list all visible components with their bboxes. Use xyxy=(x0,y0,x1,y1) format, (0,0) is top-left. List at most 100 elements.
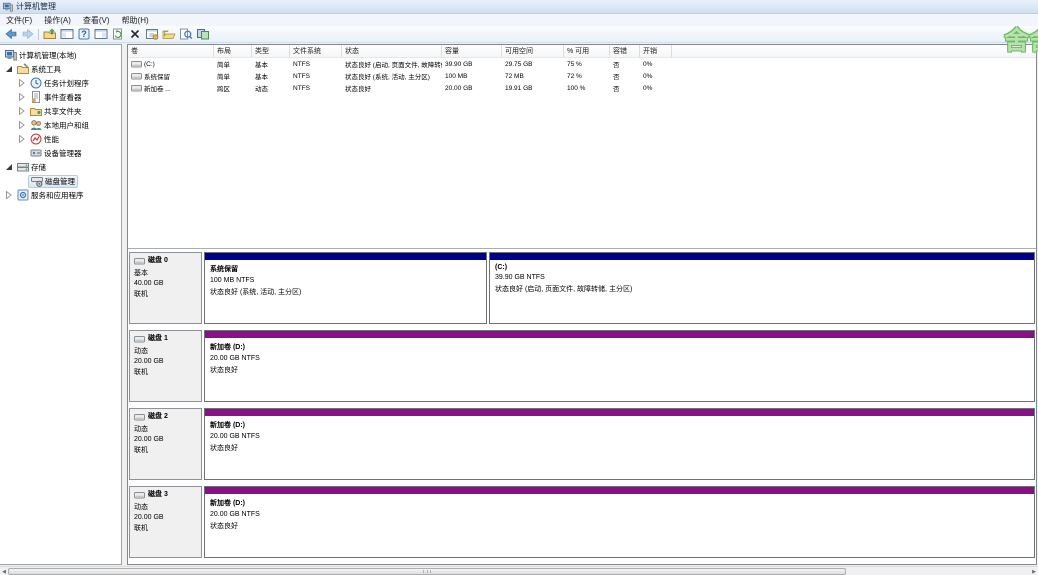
column-header-0[interactable]: 卷 xyxy=(128,45,214,57)
disk-label-disk-2[interactable]: 磁盘 2动态20.00 GB联机 xyxy=(129,408,202,480)
sidebar-item-local-users-groups[interactable]: 本地用户和组 xyxy=(0,118,121,132)
sidebar-item-performance[interactable]: 性能 xyxy=(0,132,121,146)
tree-item-body: 本地用户和组 xyxy=(28,119,91,132)
back-icon[interactable] xyxy=(2,27,19,42)
scrollbar-thumb[interactable] xyxy=(8,568,846,575)
event-viewer-icon xyxy=(30,91,42,103)
column-header-2[interactable]: 类型 xyxy=(252,45,290,57)
partition-color-strip xyxy=(205,253,486,260)
sidebar-item-task-scheduler[interactable]: 任务计划程序 xyxy=(0,76,121,90)
disk-name: 磁盘 0 xyxy=(134,256,201,267)
tree-item-body: 系统工具 xyxy=(15,63,63,76)
sidebar-item-services-applications[interactable]: 服务和应用程序 xyxy=(0,188,121,202)
tree-item-label: 事件查看器 xyxy=(44,92,82,103)
help-icon[interactable]: ? xyxy=(75,27,92,42)
volume-cell: 状态良好 xyxy=(342,83,442,93)
column-header-1[interactable]: 布局 xyxy=(214,45,252,57)
action-pane-icon[interactable] xyxy=(92,27,109,42)
computer-icon xyxy=(5,49,17,61)
disk-label-disk-0[interactable]: 磁盘 0基本40.00 GB联机 xyxy=(129,252,202,324)
update-icon[interactable] xyxy=(194,27,211,42)
column-header-4[interactable]: 状态 xyxy=(342,45,442,57)
column-header-5[interactable]: 容量 xyxy=(442,45,502,57)
partition-d-volume-2[interactable]: 新加卷 (D:)20.00 GB NTFS状态良好 xyxy=(204,408,1035,480)
disk-label-disk-1[interactable]: 磁盘 1动态20.00 GB联机 xyxy=(129,330,202,402)
sidebar-item-storage[interactable]: 存储 xyxy=(0,160,121,174)
partition-system-reserved[interactable]: 系统保留100 MB NTFS状态良好 (系统, 活动, 主分区) xyxy=(204,252,487,324)
disk-kind: 动态 xyxy=(134,347,201,358)
partitions: 新加卷 (D:)20.00 GB NTFS状态良好 xyxy=(204,408,1035,480)
volume-cell: 动态 xyxy=(252,83,290,93)
column-header-filler xyxy=(672,45,1036,57)
volume-cell: 100 MB xyxy=(442,73,502,80)
sidebar-item-shared-folders[interactable]: 共享文件夹 xyxy=(0,104,121,118)
expand-arrow-icon[interactable] xyxy=(16,93,28,101)
sidebar-item-event-viewer[interactable]: 事件查看器 xyxy=(0,90,121,104)
svg-text:?: ? xyxy=(81,29,87,39)
partition-status: 状态良好 (启动, 页面文件, 故障转储, 主分区) xyxy=(490,281,1034,294)
menu-item-view[interactable]: 查看(V) xyxy=(77,14,116,26)
volume-cell: NTFS xyxy=(290,73,342,80)
column-header-3[interactable]: 文件系统 xyxy=(290,45,342,57)
sidebar-item-computer-management-local[interactable]: 计算机管理(本地) xyxy=(0,48,121,62)
search-icon[interactable] xyxy=(177,27,194,42)
partition-d-volume-1[interactable]: 新加卷 (D:)20.00 GB NTFS状态良好 xyxy=(204,330,1035,402)
services-icon xyxy=(17,189,29,201)
volume-cell: 0% xyxy=(640,73,672,80)
sidebar-item-system-tools[interactable]: 系统工具 xyxy=(0,62,121,76)
volume-row-2[interactable]: 新加卷 ...跨区动态NTFS状态良好20.00 GB19.91 GB100 %… xyxy=(128,82,1036,94)
partition-status: 状态良好 xyxy=(205,518,1034,531)
tree-item-body: 存储 xyxy=(15,161,48,174)
tree-item-body: 任务计划程序 xyxy=(28,77,91,90)
disk-size: 20.00 GB xyxy=(134,357,201,368)
expand-arrow-icon[interactable] xyxy=(16,121,28,129)
task-scheduler-icon xyxy=(30,77,42,89)
partitions: 系统保留100 MB NTFS状态良好 (系统, 活动, 主分区)(C:)39.… xyxy=(204,252,1035,324)
column-header-9[interactable]: 开销 xyxy=(640,45,672,57)
open-folder-icon[interactable] xyxy=(160,27,177,42)
forward-icon[interactable] xyxy=(19,27,36,42)
sidebar-item-disk-management[interactable]: 磁盘管理 xyxy=(0,174,121,188)
partition-color-strip xyxy=(490,253,1034,260)
tree-item-body: 设备管理器 xyxy=(28,147,84,160)
scroll-right-arrow-icon[interactable]: ▶ xyxy=(1030,568,1038,575)
horizontal-scrollbar[interactable]: ◀ ▶ xyxy=(0,566,1038,575)
volume-cell: 72 MB xyxy=(502,73,564,80)
collapse-arrow-icon[interactable] xyxy=(3,65,15,73)
volume-row-0[interactable]: (C:)简单基本NTFS状态良好 (启动, 页面文件, 故障转储, 主分区)39… xyxy=(128,58,1036,70)
volume-cell: 20.00 GB xyxy=(442,85,502,92)
disk-row-disk-0: 磁盘 0基本40.00 GB联机系统保留100 MB NTFS状态良好 (系统,… xyxy=(129,252,1036,324)
disk-graphical-pane: 磁盘 0基本40.00 GB联机系统保留100 MB NTFS状态良好 (系统,… xyxy=(128,248,1036,564)
menu-item-help[interactable]: 帮助(H) xyxy=(116,14,155,26)
expand-arrow-icon[interactable] xyxy=(16,79,28,87)
sidebar-item-device-manager[interactable]: 设备管理器 xyxy=(0,146,121,160)
menu-item-file[interactable]: 文件(F) xyxy=(0,14,38,26)
storage-icon xyxy=(17,161,29,173)
disk-icon xyxy=(134,491,145,499)
scroll-left-arrow-icon[interactable]: ◀ xyxy=(0,568,8,575)
menu-item-action[interactable]: 操作(A) xyxy=(38,14,77,26)
column-header-7[interactable]: % 可用 xyxy=(564,45,610,57)
refresh-icon[interactable] xyxy=(109,27,126,42)
title-bar[interactable]: 计算机管理 xyxy=(0,0,1038,14)
disk-row-disk-1: 磁盘 1动态20.00 GB联机新加卷 (D:)20.00 GB NTFS状态良… xyxy=(129,330,1036,402)
properties-icon[interactable] xyxy=(143,27,160,42)
partition-c-volume[interactable]: (C:)39.90 GB NTFS状态良好 (启动, 页面文件, 故障转储, 主… xyxy=(489,252,1035,324)
expand-arrow-icon[interactable] xyxy=(16,107,28,115)
console-tree-icon[interactable] xyxy=(58,27,75,42)
disk-label-disk-3[interactable]: 磁盘 3动态20.00 GB联机 xyxy=(129,486,202,558)
volume-cell: 0% xyxy=(640,85,672,92)
up-one-level-icon[interactable] xyxy=(41,27,58,42)
disk-icon xyxy=(134,335,145,343)
volume-row-1[interactable]: 系统保留简单基本NTFS状态良好 (系统, 活动, 主分区)100 MB72 M… xyxy=(128,70,1036,82)
column-header-8[interactable]: 容错 xyxy=(610,45,640,57)
delete-icon[interactable] xyxy=(126,27,143,42)
expand-arrow-icon[interactable] xyxy=(3,191,15,199)
partitions: 新加卷 (D:)20.00 GB NTFS状态良好 xyxy=(204,330,1035,402)
collapse-arrow-icon[interactable] xyxy=(3,163,15,171)
volume-cell: NTFS xyxy=(290,85,342,92)
expand-arrow-icon[interactable] xyxy=(16,135,28,143)
disk-size: 20.00 GB xyxy=(134,435,201,446)
column-header-6[interactable]: 可用空间 xyxy=(502,45,564,57)
partition-d-volume-3[interactable]: 新加卷 (D:)20.00 GB NTFS状态良好 xyxy=(204,486,1035,558)
